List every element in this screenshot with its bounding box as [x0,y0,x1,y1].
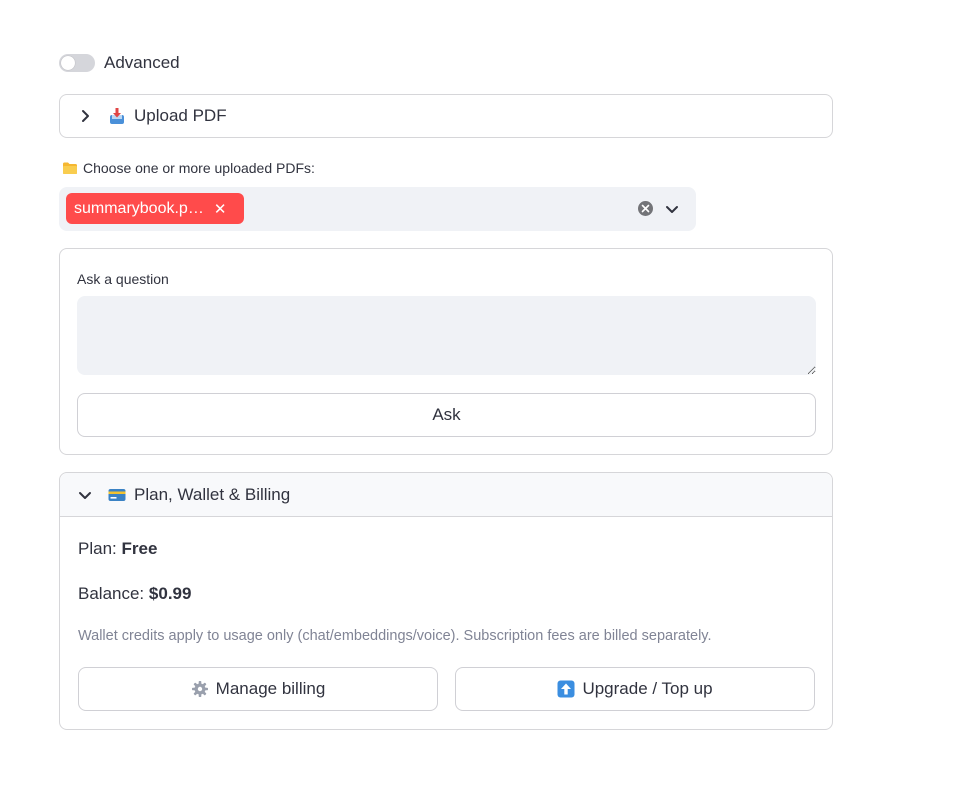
balance-line: Balance: $0.99 [78,584,191,604]
chevron-down-icon[interactable] [665,202,679,216]
pdf-select-label-text: Choose one or more uploaded PDFs: [83,160,315,176]
upload-pdf-header[interactable]: Upload PDF [60,95,832,137]
upgrade-topup-label: Upgrade / Top up [582,679,713,698]
advanced-toggle-row[interactable]: Advanced [59,52,180,74]
plan-label: Plan: [78,539,117,558]
plan-value: Free [121,539,158,558]
billing-header[interactable]: Plan, Wallet & Billing [60,473,832,517]
up-arrow-icon [557,680,575,698]
clear-all-icon[interactable] [638,201,653,216]
inbox-tray-icon [108,107,126,125]
manage-billing-label: Manage billing [215,679,326,698]
question-textarea[interactable] [77,296,816,375]
pdf-multiselect[interactable]: summarybook.p… ✕ [59,187,696,231]
remove-chip-icon[interactable]: ✕ [214,200,227,218]
billing-expander: Plan, Wallet & Billing Plan: Free Balanc… [59,472,833,730]
billing-title: Plan, Wallet & Billing [134,484,291,504]
selected-pdf-chip: summarybook.p… ✕ [66,193,244,224]
upload-pdf-title: Upload PDF [134,106,227,125]
upgrade-topup-button[interactable]: Upgrade / Top up [455,667,815,711]
selected-pdf-name: summarybook.p… [74,199,204,217]
upload-pdf-expander: Upload PDF [59,94,833,138]
advanced-label: Advanced [104,53,180,72]
question-label: Ask a question [77,271,169,287]
billing-note: Wallet credits apply to usage only (chat… [78,628,712,644]
gear-icon [191,680,209,698]
credit-card-icon [108,486,126,504]
folder-icon [62,161,78,175]
toggle-knob [61,56,75,70]
pdf-select-label: Choose one or more uploaded PDFs: [62,160,315,176]
balance-value: $0.99 [148,584,192,603]
chevron-right-icon [78,109,92,123]
chevron-down-icon [78,488,92,502]
plan-line: Plan: Free [78,539,157,559]
question-form: Ask a question Ask [59,248,833,455]
advanced-toggle[interactable] [59,54,95,72]
ask-button[interactable]: Ask [77,393,816,437]
manage-billing-button[interactable]: Manage billing [78,667,438,711]
balance-label: Balance: [78,584,145,603]
